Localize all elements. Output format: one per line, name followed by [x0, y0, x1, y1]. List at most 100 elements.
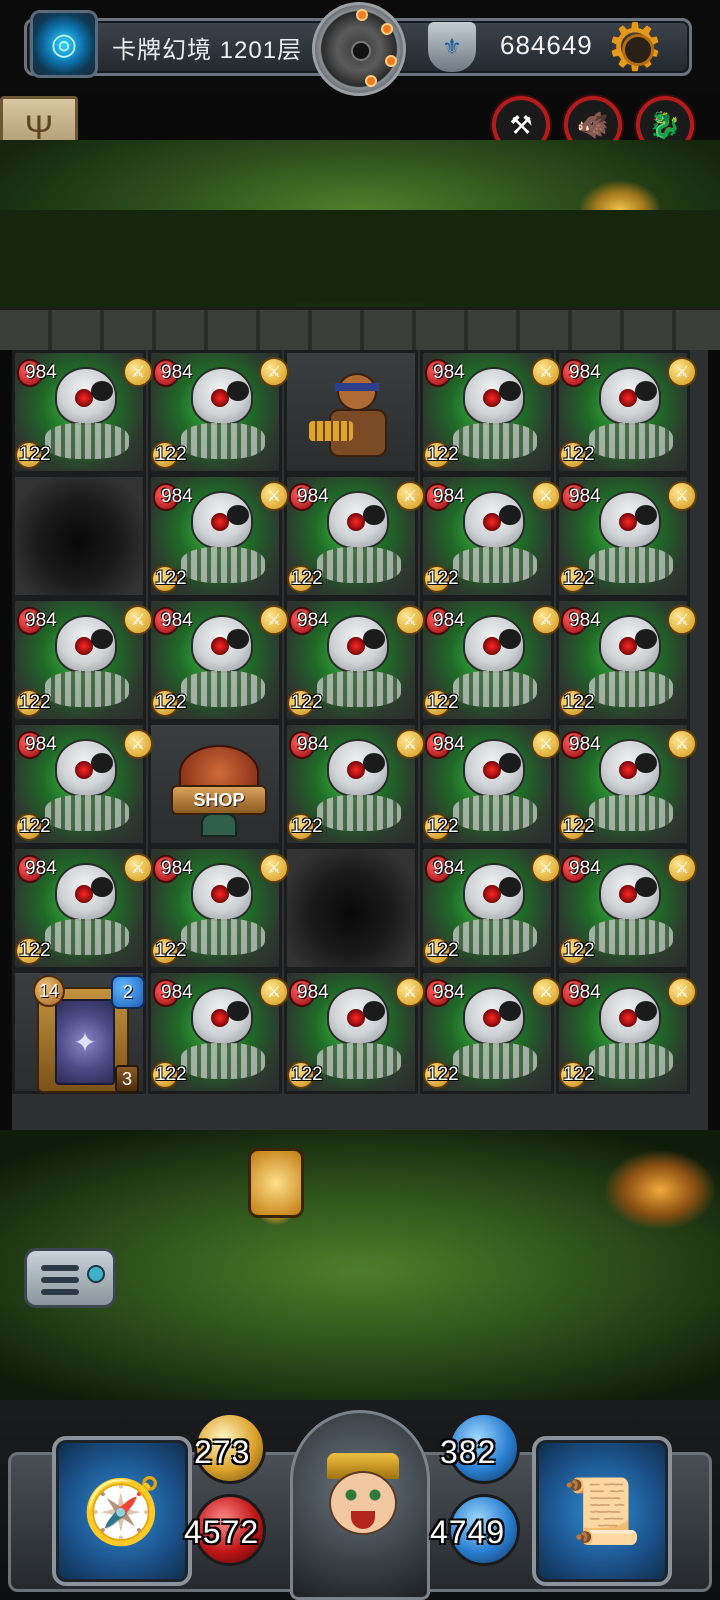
bones-icon: [317, 795, 401, 831]
monster-hp-badge: 984: [425, 359, 465, 387]
monster-hp: 984: [25, 734, 57, 755]
bones-icon: [453, 1043, 537, 1079]
skeleton-monster-tile[interactable]: 984 ⚔ 122: [284, 970, 425, 1094]
sword-icon: ⚔: [123, 357, 153, 387]
sword-icon: ⚔: [123, 605, 153, 635]
skeleton-monster-tile[interactable]: 984 ⚔ 122: [556, 350, 697, 474]
skeleton-monster-tile[interactable]: 984 ⚔ 122: [148, 350, 289, 474]
spellbook-icon[interactable]: 📜: [532, 1436, 672, 1586]
sword-icon: ⚔: [259, 357, 289, 387]
skeleton-monster-tile[interactable]: 984 ⚔ 122: [12, 598, 153, 722]
sword-icon: ⚔: [395, 977, 425, 1007]
bones-icon: [45, 919, 129, 955]
sword-icon: ⚔: [259, 977, 289, 1007]
revolver-dial-icon[interactable]: [312, 2, 406, 96]
skeleton-monster-tile[interactable]: 984 ⚔ 122: [148, 846, 289, 970]
hero-portrait[interactable]: [290, 1410, 430, 1600]
skeleton-monster-tile[interactable]: 984 ⚔ 122: [420, 970, 561, 1094]
monster-attack: 122: [427, 940, 459, 961]
monster-attack: 122: [19, 816, 51, 837]
bones-icon: [453, 547, 537, 583]
monster-hp-badge: 984: [561, 607, 601, 635]
skull-icon: [191, 863, 253, 921]
compass-equipment-icon[interactable]: 🧭: [52, 1436, 192, 1586]
skull-icon: [599, 491, 661, 549]
monster-hp-badge: 984: [561, 855, 601, 883]
skeleton-monster-tile[interactable]: 984 ⚔ 122: [556, 722, 697, 846]
skeleton-monster-tile[interactable]: 984 ⚔ 122: [556, 474, 697, 598]
monster-attack: 122: [155, 1064, 187, 1085]
forest-top-scenery: [0, 140, 720, 350]
skull-icon: [327, 739, 389, 797]
sword-icon: ⚔: [531, 977, 561, 1007]
top-bar: ◎ 卡牌幻境 1201层 ⚜ 684649 ⚙: [0, 0, 720, 96]
monster-hp: 984: [569, 982, 601, 1003]
skeleton-monster-tile[interactable]: 984 ⚔ 122: [556, 970, 697, 1094]
skull-icon: [599, 615, 661, 673]
monster-attack: 122: [563, 692, 595, 713]
monster-hp: 984: [433, 486, 465, 507]
card-deck-tile[interactable]: ✦ 14 2 3: [12, 970, 146, 1094]
monster-hp: 984: [569, 734, 601, 755]
skeleton-monster-tile[interactable]: 984 ⚔ 122: [12, 722, 153, 846]
skeleton-monster-tile[interactable]: 984 ⚔ 122: [284, 598, 425, 722]
skull-icon: [191, 491, 253, 549]
skeleton-monster-tile[interactable]: 984 ⚔ 122: [420, 846, 561, 970]
bones-icon: [589, 671, 673, 707]
skeleton-monster-tile[interactable]: 984 ⚔ 122: [12, 350, 153, 474]
menu-button[interactable]: [24, 1248, 116, 1308]
monster-attack: 122: [563, 444, 595, 465]
skeleton-monster-tile[interactable]: 984 ⚔ 122: [148, 474, 289, 598]
monster-hp-badge: 984: [561, 731, 601, 759]
bones-icon: [317, 1043, 401, 1079]
hero-tile[interactable]: [284, 350, 418, 474]
hole-tile[interactable]: [284, 846, 418, 970]
sword-icon: ⚔: [531, 357, 561, 387]
bones-icon: [45, 423, 129, 459]
hole-tile[interactable]: [12, 474, 146, 598]
monster-attack: 122: [19, 444, 51, 465]
monster-hp: 984: [25, 362, 57, 383]
sword-icon: ⚔: [531, 481, 561, 511]
deck-left-count: 14: [33, 975, 65, 1007]
skull-icon: [55, 739, 117, 797]
monster-hp-badge: 984: [153, 979, 193, 1007]
skull-icon: [599, 739, 661, 797]
sword-icon: ⚔: [395, 605, 425, 635]
monster-hp-badge: 984: [425, 855, 465, 883]
shield-emblem-icon: ⚜: [428, 22, 476, 72]
skeleton-monster-tile[interactable]: 984 ⚔ 122: [420, 474, 561, 598]
bones-icon: [453, 423, 537, 459]
monster-attack: 122: [563, 816, 595, 837]
skull-icon: [463, 863, 525, 921]
monster-hp-badge: 984: [17, 359, 57, 387]
monster-attack: 122: [563, 1064, 595, 1085]
sword-icon: ⚔: [395, 481, 425, 511]
monster-attack: 122: [563, 940, 595, 961]
shop-tile[interactable]: SHOP: [148, 722, 282, 846]
monster-hp-badge: 984: [425, 483, 465, 511]
gear-icon[interactable]: ⚙: [600, 12, 670, 82]
portal-icon[interactable]: ◎: [30, 10, 98, 78]
skull-icon: [463, 615, 525, 673]
skeleton-monster-tile[interactable]: 984 ⚔ 122: [420, 350, 561, 474]
skeleton-monster-tile[interactable]: 984 ⚔ 122: [284, 474, 425, 598]
skeleton-monster-tile[interactable]: 984 ⚔ 122: [420, 598, 561, 722]
skeleton-monster-tile[interactable]: 984 ⚔ 122: [148, 970, 289, 1094]
monster-attack: 122: [19, 940, 51, 961]
skeleton-monster-tile[interactable]: 984 ⚔ 122: [284, 722, 425, 846]
skeleton-monster-tile[interactable]: 984 ⚔ 122: [556, 846, 697, 970]
monster-hp: 984: [433, 362, 465, 383]
lantern-icon: [248, 1148, 304, 1218]
monster-hp: 984: [569, 610, 601, 631]
skeleton-monster-tile[interactable]: 984 ⚔ 122: [148, 598, 289, 722]
monster-hp-badge: 984: [153, 855, 193, 883]
attack-value: 273: [194, 1434, 251, 1470]
skull-icon: [55, 367, 117, 425]
monster-hp-badge: 984: [153, 607, 193, 635]
skeleton-monster-tile[interactable]: 984 ⚔ 122: [420, 722, 561, 846]
skeleton-monster-tile[interactable]: 984 ⚔ 122: [12, 846, 153, 970]
skull-icon: [599, 863, 661, 921]
skeleton-monster-tile[interactable]: 984 ⚔ 122: [556, 598, 697, 722]
monster-attack: 122: [427, 568, 459, 589]
